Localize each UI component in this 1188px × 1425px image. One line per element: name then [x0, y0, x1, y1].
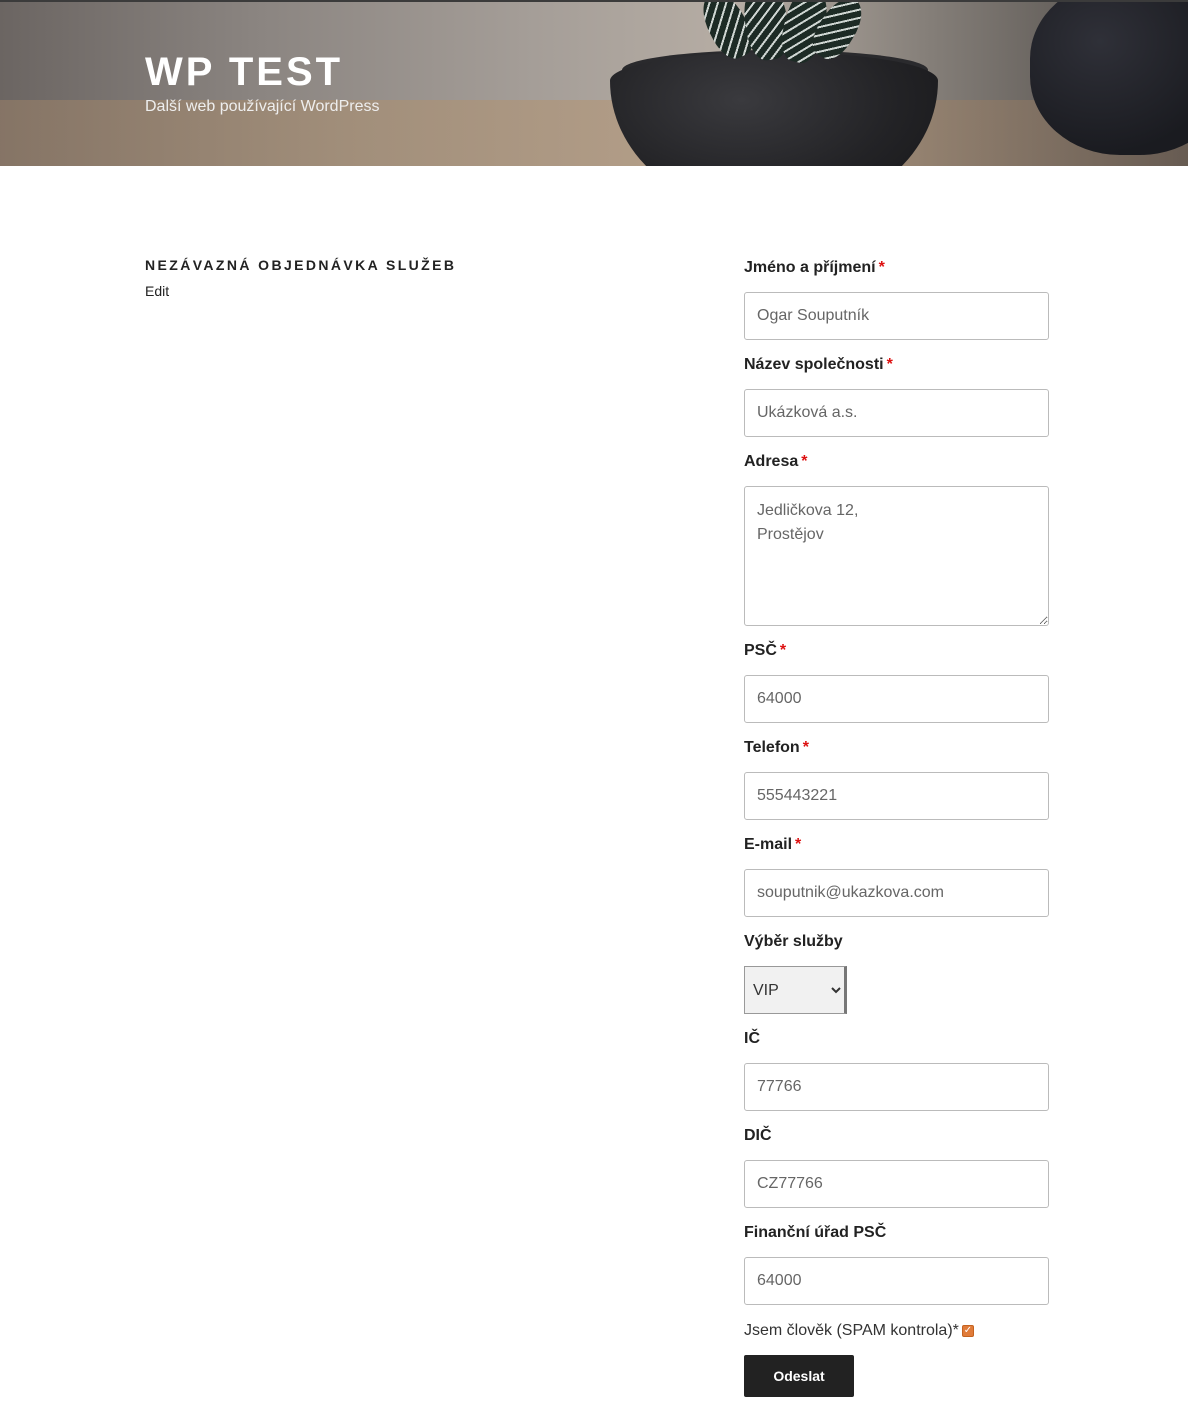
- address-label: Adresa *: [744, 451, 1050, 473]
- address-label-text: Adresa: [744, 453, 799, 470]
- tax-office-zip-label: Finanční úřad PSČ: [744, 1224, 887, 1241]
- service-select[interactable]: VIP: [744, 966, 847, 1014]
- phone-input[interactable]: [744, 772, 1049, 820]
- site-tagline: Další web používající WordPress: [145, 98, 380, 115]
- spam-check-row: Jsem člověk (SPAM kontrola) * ✓: [744, 1319, 1050, 1343]
- company-label: Název společnosti *: [744, 354, 1050, 376]
- ic-input[interactable]: [744, 1063, 1049, 1111]
- email-label: E-mail *: [744, 834, 1050, 856]
- required-mark: *: [878, 259, 885, 276]
- spam-check-label: Jsem člověk (SPAM kontrola): [744, 1322, 953, 1339]
- email-label-text: E-mail: [744, 836, 793, 853]
- company-label-text: Název společnosti: [744, 356, 884, 373]
- phone-label: Telefon *: [744, 737, 1050, 759]
- site-title[interactable]: WP TEST: [145, 50, 343, 95]
- header-top-border: [0, 0, 1188, 2]
- required-mark: *: [801, 453, 808, 470]
- page-title: NEZÁVAZNÁ OBJEDNÁVKA SLUŽEB: [145, 257, 457, 273]
- tax-office-zip-input[interactable]: [744, 1257, 1049, 1305]
- name-input[interactable]: [744, 292, 1049, 340]
- required-mark: *: [795, 836, 802, 853]
- dic-label: DIČ: [744, 1127, 772, 1144]
- service-label: Výběr služby: [744, 933, 843, 950]
- ic-label: IČ: [744, 1030, 760, 1047]
- zip-input[interactable]: [744, 675, 1049, 723]
- submit-button[interactable]: Odeslat: [744, 1355, 854, 1397]
- required-mark: *: [952, 1322, 959, 1339]
- site-header: WP TEST Další web používající WordPress: [0, 0, 1188, 166]
- zip-label-text: PSČ: [744, 642, 777, 659]
- zip-label: PSČ *: [744, 640, 1050, 662]
- name-label-text: Jméno a příjmení: [744, 259, 876, 276]
- company-input[interactable]: [744, 389, 1049, 437]
- name-label: Jméno a příjmení *: [744, 257, 1050, 279]
- header-image-pot: [610, 52, 938, 166]
- edit-link[interactable]: Edit: [145, 283, 169, 299]
- required-mark: *: [802, 739, 809, 756]
- required-mark: *: [886, 356, 893, 373]
- phone-label-text: Telefon: [744, 739, 800, 756]
- email-input[interactable]: [744, 869, 1049, 917]
- required-mark: *: [779, 642, 787, 659]
- dic-input[interactable]: [744, 1160, 1049, 1208]
- order-form: Jméno a příjmení* Název společnosti* Adr…: [744, 257, 1050, 1397]
- spam-checkbox[interactable]: ✓: [961, 1325, 974, 1337]
- address-textarea[interactable]: Jedličkova 12, Prostějov: [744, 486, 1049, 626]
